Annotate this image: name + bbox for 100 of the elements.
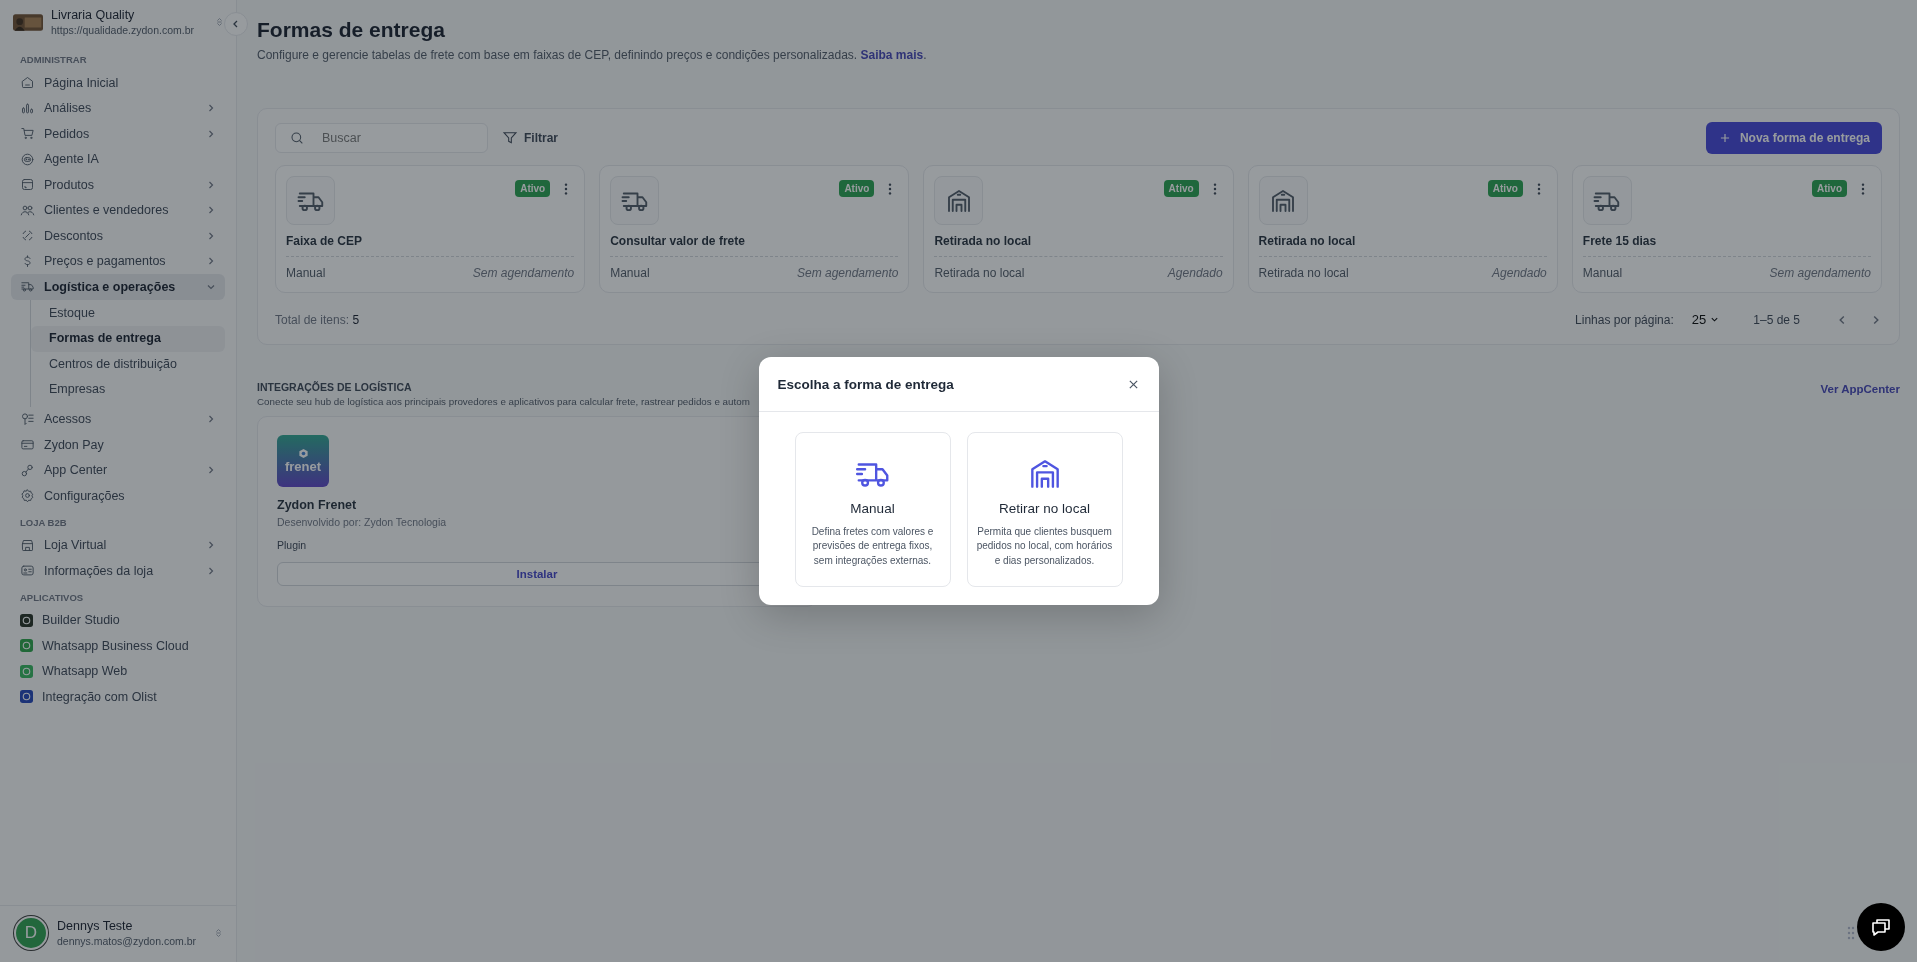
sidebar-item[interactable]: Pedidos — [11, 121, 225, 147]
method-name: Consultar valor de frete — [610, 234, 899, 257]
app-icon — [20, 690, 33, 704]
chevron-right-icon — [206, 230, 216, 241]
status-badge: Ativo — [1487, 180, 1523, 197]
more-icon[interactable] — [1536, 182, 1541, 196]
method-name: Retirada no local — [934, 234, 1223, 257]
more-icon[interactable] — [564, 182, 569, 196]
method-type: Manual — [286, 266, 326, 280]
robot-icon — [20, 151, 35, 167]
more-icon[interactable] — [1212, 182, 1217, 196]
sidebar-item[interactable]: Logística e operações — [11, 274, 225, 300]
store-url: https://qualidade.zydon.com.br — [51, 24, 195, 36]
schedule-label: Sem agendamento — [472, 266, 575, 280]
search-icon — [289, 130, 305, 146]
sidebar-item[interactable]: Agente IA — [11, 146, 225, 172]
sidebar-item[interactable]: Descontos — [11, 223, 225, 249]
sidebar-item[interactable]: Informações da loja — [11, 558, 225, 584]
search-field[interactable]: Buscar — [275, 123, 488, 153]
sidebar-item[interactable]: Whatsapp Business Cloud — [11, 633, 225, 659]
chevron-right-icon — [206, 205, 216, 216]
cart-icon — [20, 126, 35, 142]
key-icon — [20, 411, 35, 427]
chevron-right-icon — [206, 103, 216, 114]
sidebar-item[interactable]: Produtos — [11, 172, 225, 198]
chat-button[interactable] — [1857, 903, 1905, 951]
sidebar-item[interactable]: Whatsapp Web — [11, 658, 225, 684]
discount-icon — [20, 228, 35, 244]
chevron-right-icon — [206, 565, 216, 576]
user-name: Dennys Teste — [57, 919, 134, 933]
delivery-method-card[interactable]: Ativo Retirada no local Retirada no local Agendado — [1247, 165, 1558, 293]
sidebar-item[interactable]: Preços e pagamentos — [11, 248, 225, 274]
delivery-method-card[interactable]: Ativo Frete 15 dias Manual Sem agendamento — [1571, 165, 1882, 293]
section-title: ADMINISTRAR — [19, 53, 88, 67]
filter-button[interactable]: Filtrar — [498, 130, 562, 146]
schedule-label: Sem agendamento — [1769, 266, 1871, 280]
rows-per-page-label: Linhas por página: — [1575, 312, 1674, 327]
card-icon — [20, 437, 35, 453]
sidebar-item[interactable]: Configurações — [11, 483, 225, 509]
option-card[interactable]: Manual Defina fretes com valores e previsões de entrega fixos, sem integrações externas. — [794, 431, 951, 588]
option-description: Defina fretes com valores e previsões de entrega fixos, sem integrações externas. — [810, 524, 935, 568]
schedule-label: Agendado — [1492, 266, 1547, 280]
sidebar-item[interactable]: App Center — [11, 457, 225, 483]
truck-icon — [20, 279, 35, 295]
more-icon[interactable] — [1861, 182, 1865, 196]
app-center-link[interactable]: Ver AppCenter — [1820, 383, 1900, 395]
sidebar-item[interactable]: Zydon Pay — [11, 432, 225, 458]
sidebar-item[interactable]: Acessos — [11, 406, 225, 432]
sidebar-subitem[interactable]: Empresas — [31, 377, 225, 403]
sidebar-item[interactable]: Página Inicial — [11, 70, 225, 96]
sidebar-item[interactable]: Loja Virtual — [11, 532, 225, 558]
status-badge: Ativo — [839, 180, 875, 197]
method-type: Retirada no local — [1258, 266, 1349, 280]
page-range: 1–5 de 5 — [1753, 312, 1800, 327]
rows-per-page-select[interactable]: 25 — [1685, 311, 1726, 328]
option-title: Manual — [850, 500, 895, 516]
method-name: Retirada no local — [1258, 234, 1547, 257]
app-name: Zydon Frenet — [277, 498, 358, 512]
chevron-down-icon — [1710, 315, 1720, 324]
total-items: Total de itens: 5 — [275, 312, 360, 327]
avatar: D — [14, 916, 48, 950]
section-title: INTEGRAÇÕES DE LOGÍSTICA — [257, 381, 412, 393]
user-email: dennys.matos@zydon.com.br — [57, 935, 198, 947]
store-name: Livraria Quality — [51, 8, 136, 22]
delivery-method-card[interactable]: Ativo Retirada no local Retirada no local Agendado — [923, 165, 1234, 293]
sidebar-item[interactable]: Clientes e vendedores — [11, 197, 225, 223]
home-icon — [20, 75, 35, 91]
sidebar-subitem[interactable]: Estoque — [31, 300, 225, 326]
app-logo: frenet — [277, 435, 329, 487]
app-icon — [20, 639, 33, 653]
page-title: Formas de entrega — [257, 18, 446, 42]
chevron-right-icon — [206, 465, 216, 476]
close-icon[interactable] — [1127, 378, 1139, 390]
page-description: Configure e gerencie tabelas de frete com base em faixas de CEP, definindo preços e condições personalizadas. Saiba mais. — [257, 48, 928, 62]
drag-handle-icon[interactable] — [1847, 926, 1855, 940]
store-icon — [20, 537, 35, 553]
method-name: Faixa de CEP — [286, 234, 575, 257]
chevron-right-icon — [206, 179, 216, 190]
settings-icon — [20, 488, 35, 504]
option-title: Retirar no local — [999, 500, 1090, 516]
developer-label: Desenvolvido por: Zydon Tecnologia — [277, 516, 448, 528]
sidebar-item[interactable]: Builder Studio — [11, 607, 225, 633]
section-title: LOJA B2B — [19, 515, 68, 530]
delivery-method-card[interactable]: Ativo Consultar valor de frete Manual Sem agendamento — [599, 165, 910, 293]
delivery-method-card[interactable]: Ativo Faixa de CEP Manual Sem agendamento — [275, 165, 586, 293]
id-card-icon — [20, 563, 35, 579]
sidebar-item[interactable]: Análises — [11, 95, 225, 121]
section-description: Conecte seu hub de logística aos principais provedores e aplicativos para calcular frete, rastrear pedidos e autom — [257, 396, 750, 407]
chevron-right-icon — [206, 128, 216, 139]
sidebar-subitem[interactable]: Centros de distribuição — [31, 351, 225, 377]
new-delivery-method-button[interactable]: Nova forma de entrega — [1705, 122, 1882, 154]
sidebar-subitem[interactable]: Formas de entrega — [31, 326, 225, 352]
more-icon[interactable] — [888, 182, 893, 196]
box-icon — [20, 177, 35, 193]
method-name: Frete 15 dias — [1582, 234, 1871, 257]
app-icon — [20, 613, 33, 627]
option-card[interactable]: Retirar no local Permita que clientes busquem pedidos no local, com horários e dias personalizados. — [966, 431, 1123, 588]
sidebar-item[interactable]: Integração com Olist — [11, 684, 225, 710]
schedule-label: Agendado — [1167, 266, 1223, 280]
method-type: Retirada no local — [934, 266, 1025, 280]
